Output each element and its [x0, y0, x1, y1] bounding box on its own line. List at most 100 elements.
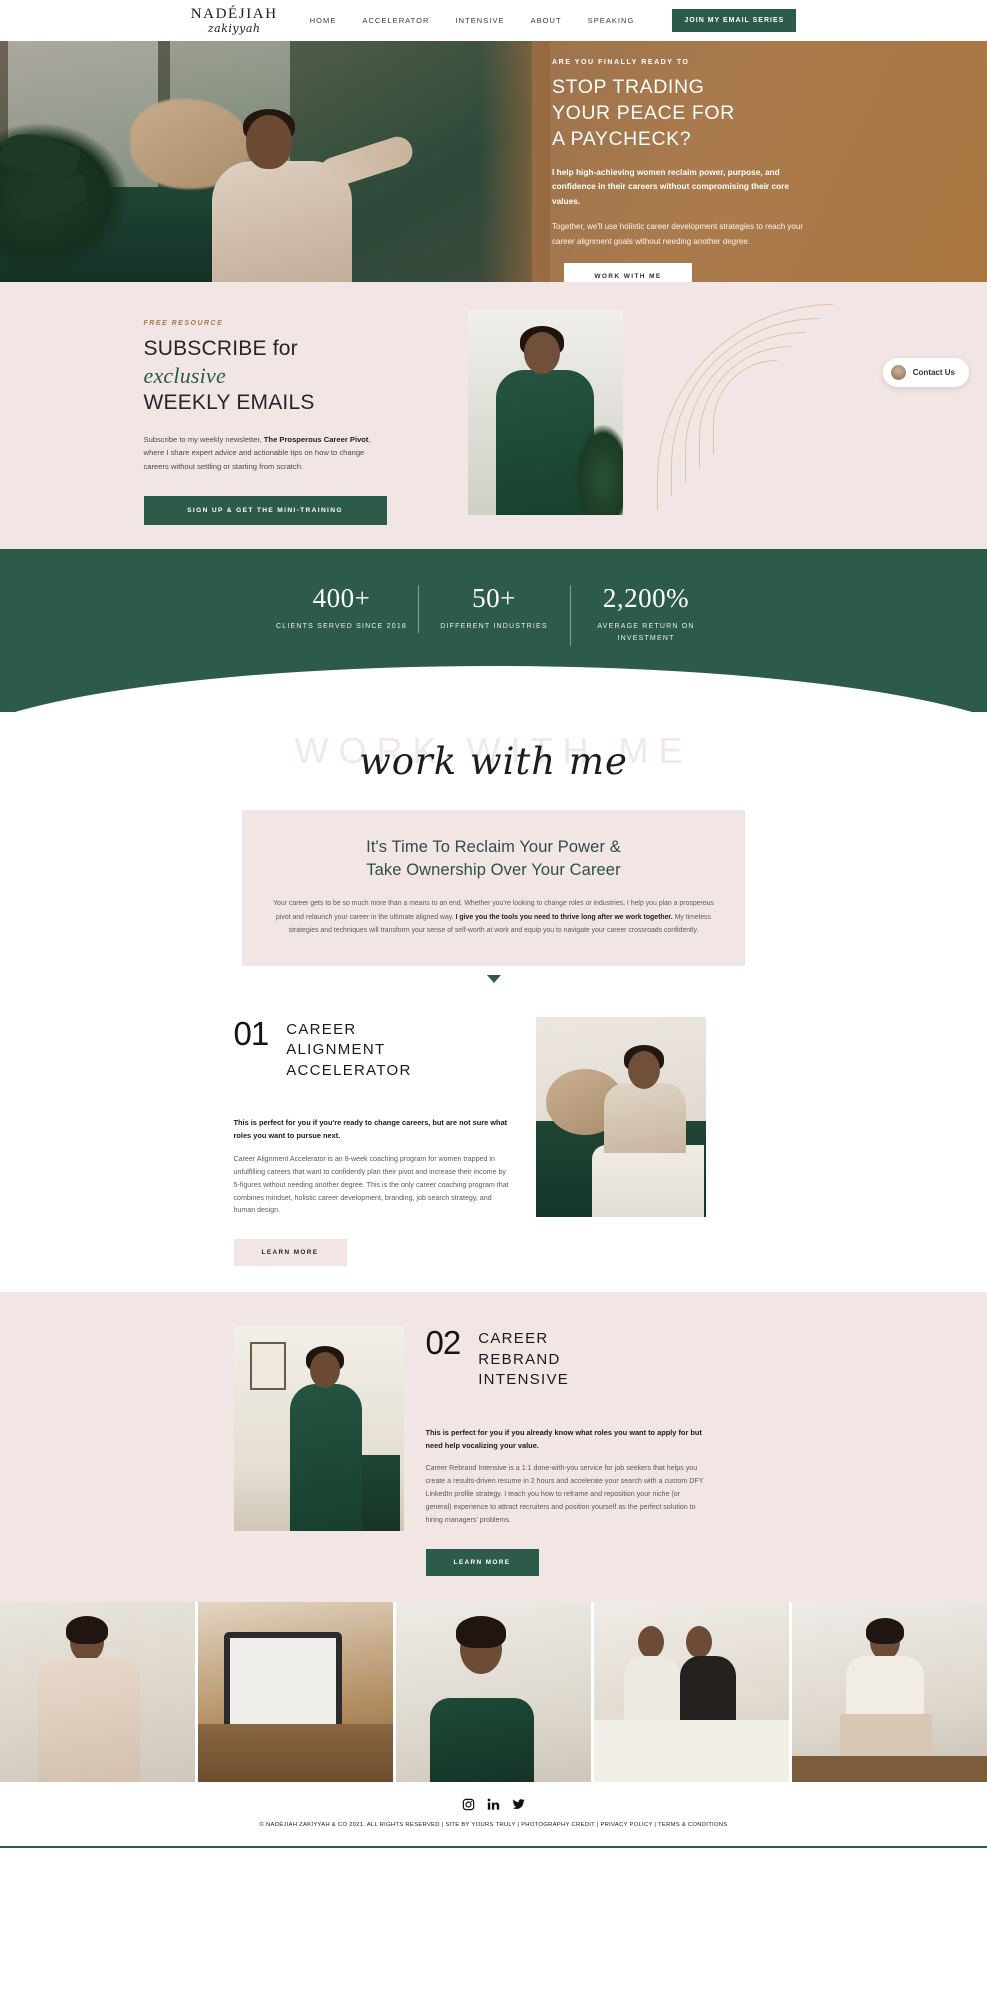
logo[interactable]: NADÉJIAH zakiyyah [190, 6, 278, 35]
photo-person-body [680, 1655, 736, 1726]
stat-item: 2,200% AVERAGE RETURN ON INVESTMENT [569, 583, 722, 646]
twitter-icon[interactable] [512, 1798, 526, 1811]
stat-label: CLIENTS SERVED SINCE 2018 [275, 623, 408, 631]
service-title-line-3: INTENSIVE [478, 1371, 570, 1389]
hero-title-line-3: A PAYCHECK? [552, 127, 692, 150]
learn-more-button-01[interactable]: LEARN MORE [233, 1239, 347, 1267]
gallery-image-4[interactable] [594, 1601, 789, 1782]
stat-item: 400+ CLIENTS SERVED SINCE 2018 [266, 585, 418, 633]
service-title: CAREER REBRAND INTENSIVE [478, 1326, 569, 1390]
photo-wall-frame [249, 1342, 286, 1391]
subscribe-body-pre: Subscribe to my weekly newsletter, [143, 434, 264, 444]
service-body: Career Alignment Accelerator is an 8-wee… [233, 1154, 509, 1215]
service-header: 02 CAREER REBRAND INTENSIVE [426, 1326, 706, 1390]
hero-eyebrow: ARE YOU FINALLY READY TO [552, 59, 690, 66]
service-title-line-1: CAREER [478, 1330, 549, 1348]
join-email-series-button[interactable]: JOIN MY EMAIL SERIES [672, 9, 797, 32]
learn-more-button-02[interactable]: LEARN MORE [425, 1548, 539, 1576]
photo-person-body [430, 1697, 534, 1782]
service-photo-01 [535, 1016, 706, 1217]
logo-name: NADÉJIAH [190, 6, 278, 22]
stats-row: 400+ CLIENTS SERVED SINCE 2018 50+ DIFFE… [0, 585, 987, 646]
copyright-text[interactable]: © NADÉJIAH ZAKIYYAH & CO 2021. ALL RIGHT… [0, 1822, 987, 1828]
nav-item-about[interactable]: ABOUT [531, 16, 562, 25]
reclaim-heading-line-1: It's Time To Reclaim Your Power & [366, 837, 621, 856]
subscribe-body: Subscribe to my weekly newsletter, The P… [144, 433, 374, 474]
stat-number: 400+ [312, 583, 371, 614]
gallery-image-2[interactable] [198, 1601, 393, 1782]
nav-item-speaking[interactable]: SPEAKING [588, 16, 635, 25]
hero-title-line-1: STOP TRADING [552, 76, 705, 98]
gallery-image-3[interactable] [396, 1601, 591, 1782]
stat-number: 50+ [472, 583, 516, 614]
hero-photo [0, 41, 532, 282]
nav-item-intensive[interactable]: INTENSIVE [456, 16, 505, 25]
bottom-accent-rule [0, 1845, 987, 1848]
subscribe-section: FREE RESOURCE SUBSCRIBE for exclusive WE… [0, 282, 987, 550]
nav-item-accelerator[interactable]: ACCELERATOR [362, 16, 429, 25]
scroll-down-arrow-icon [486, 974, 501, 983]
photo-tablet-screen [230, 1637, 336, 1724]
photo-plant [574, 425, 623, 515]
avatar [890, 365, 906, 380]
photo-gallery [0, 1601, 987, 1782]
stat-number: 2,200% [602, 583, 690, 614]
work-with-me-script-text: work with me [359, 739, 628, 783]
hero-title-line-2: YOUR PEACE FOR [552, 101, 735, 124]
stat-label: AVERAGE RETURN ON INVESTMENT [597, 623, 695, 643]
photo-person-head [686, 1625, 712, 1658]
signup-mini-training-button[interactable]: SIGN UP & GET THE MINI-TRAINING [143, 496, 387, 526]
photo-person-body [624, 1655, 680, 1726]
reclaim-card: It's Time To Reclaim Your Power & Take O… [242, 809, 745, 966]
photo-laptop [840, 1713, 932, 1758]
photo-person-hair [66, 1615, 108, 1644]
gallery-image-5[interactable] [792, 1601, 987, 1782]
service-content: 01 CAREER ALIGNMENT ACCELERATOR This is … [233, 1016, 754, 1267]
service-title-line-1: CAREER [286, 1020, 357, 1038]
service-title-line-3: ACCELERATOR [286, 1061, 412, 1079]
reclaim-heading: It's Time To Reclaim Your Power & Take O… [272, 836, 715, 884]
photo-sofa [594, 1719, 789, 1782]
page-root: NADÉJIAH zakiyyah HOME ACCELERATOR INTEN… [0, 0, 987, 1848]
service-copy: 01 CAREER ALIGNMENT ACCELERATOR This is … [233, 1017, 514, 1267]
service-header: 01 CAREER ALIGNMENT ACCELERATOR [234, 1017, 514, 1081]
subscribe-eyebrow: FREE RESOURCE [143, 320, 224, 327]
hero-title: STOP TRADING YOUR PEACE FOR A PAYCHECK? [552, 75, 953, 153]
photo-desk [792, 1755, 987, 1782]
photo-person-head [638, 1625, 664, 1658]
service-number: 01 [233, 1014, 270, 1052]
stat-label: DIFFERENT INDUSTRIES [440, 623, 548, 631]
contact-us-widget[interactable]: Contact Us [882, 358, 969, 387]
nav-item-home[interactable]: HOME [310, 16, 337, 25]
service-title: CAREER ALIGNMENT ACCELERATOR [286, 1017, 411, 1081]
reclaim-para-bold: I give you the tools you need to thrive … [455, 913, 673, 921]
service-body: Career Rebrand Intensive is a 1:1 done-w… [425, 1464, 704, 1525]
photo-person-body [603, 1082, 686, 1153]
photo-person-hair [456, 1615, 506, 1648]
photo-person-head [246, 115, 292, 169]
subscribe-heading-line-1: SUBSCRIBE for [143, 337, 298, 360]
photo-person-head [627, 1050, 660, 1089]
service-section-01: 01 CAREER ALIGNMENT ACCELERATOR This is … [0, 983, 987, 1293]
linkedin-icon[interactable] [487, 1798, 500, 1811]
service-photo-02 [233, 1326, 404, 1532]
gallery-image-1[interactable] [0, 1601, 195, 1782]
photo-person-head [309, 1352, 340, 1389]
subscribe-heading: SUBSCRIBE for exclusive WEEKLY EMAILS [144, 336, 444, 417]
service-number: 02 [425, 1324, 462, 1362]
work-with-me-heading: WORK WITH ME work with me [0, 718, 987, 804]
service-title-line-2: REBRAND [478, 1350, 561, 1368]
subscribe-photo [467, 310, 623, 515]
photo-person-body [289, 1384, 362, 1532]
subscribe-heading-italic: exclusive [143, 363, 226, 389]
instagram-icon[interactable] [462, 1798, 475, 1811]
hero-lead-text: I help high-achieving women reclaim powe… [552, 166, 789, 206]
site-header: NADÉJIAH zakiyyah HOME ACCELERATOR INTEN… [0, 0, 987, 41]
service-lead: This is perfect for you if you already k… [425, 1427, 702, 1450]
photo-desk [198, 1723, 393, 1782]
service-title-line-2: ALIGNMENT [286, 1041, 386, 1059]
hero-sub-text: Together, we'll use holistic career deve… [552, 222, 803, 246]
site-footer: © NADÉJIAH ZAKIYYAH & CO 2021. ALL RIGHT… [0, 1781, 987, 1846]
subscribe-body-bold: The Prosperous Career Pivot [263, 434, 369, 444]
contact-us-label: Contact Us [912, 368, 955, 377]
